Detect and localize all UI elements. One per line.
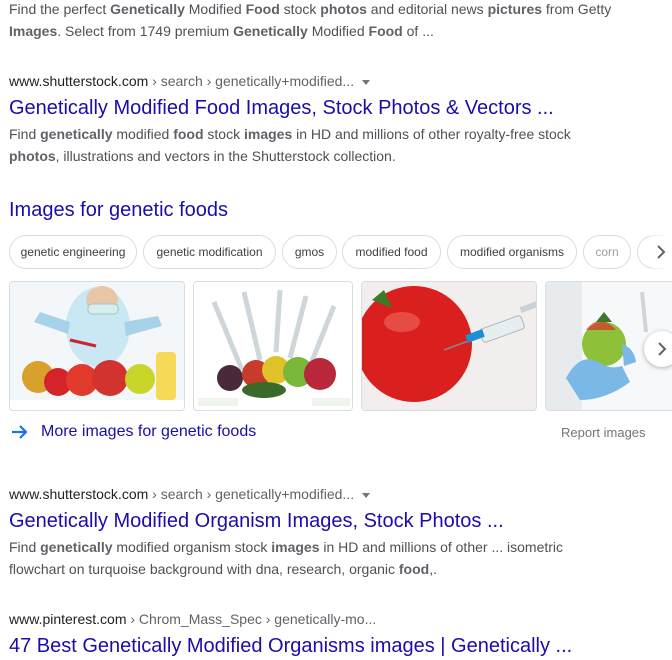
result-snippet-line: Images. Select from 1749 premium Genetic… [9,20,434,42]
snippet-text: Find the perfect [9,1,111,17]
chevron-right-icon [657,245,666,259]
snippet-text: flowchart on turquoise background with d… [9,561,399,577]
caret-down-icon[interactable] [362,492,371,498]
result-domain: www.pinterest.com [9,611,127,627]
snippet-keyword: Food [368,23,403,39]
snippet-keyword: images [271,539,320,555]
snippet-keyword: pictures [487,1,543,17]
syringes-fruits-image [194,282,352,410]
result-breadcrumb: › Chrom_Mass_Spec › genetically-mo... [126,611,377,627]
result-snippet-line: Find genetically modified food stock ima… [9,123,571,145]
snippet-keyword: Genetically [233,23,308,39]
result-domain: www.shutterstock.com [9,73,149,89]
result-title-link[interactable]: Genetically Modified Food Images, Stock … [9,95,554,121]
scientist-fruits-image [10,282,184,410]
chip-corn[interactable]: corn [583,235,631,269]
tomato-syringe-image [362,282,536,410]
caret-down-icon[interactable] [362,79,371,85]
snippet-text: in HD and millions of other ... isometri… [319,539,564,555]
snippet-text: Modified [307,23,369,39]
result-snippet-line: flowchart on turquoise background with d… [9,558,437,580]
snippet-text: Modified [184,1,246,17]
snippet-keyword: photos [320,1,367,17]
result-title-link[interactable]: Genetically Modified Organism Images, St… [9,508,504,534]
snippet-text: stock [279,1,321,17]
snippet-text: modified organism stock [112,539,272,555]
snippet-text: modified [112,126,174,142]
result-breadcrumb: › search › genetically+modified... [148,73,355,89]
snippet-text: of ... [402,23,434,39]
result-snippet-line: Find genetically modified organism stock… [9,536,563,558]
snippet-text: stock [203,126,244,142]
result-snippet-line: Find the perfect Genetically Modified Fo… [9,0,611,20]
snippet-keyword: genetically [40,126,113,142]
chip-modified-organisms[interactable]: modified organisms [447,235,577,269]
chip-genetic-engineering[interactable]: genetic engineering [9,235,137,269]
snippet-keyword: genetically [40,539,113,555]
result-snippet-line: photos, illustrations and vectors in the… [9,145,396,167]
arrow-right-icon [12,425,28,439]
images-section-heading[interactable]: Images for genetic foods [9,199,228,222]
snippet-text: . Select from 1749 premium [57,23,234,39]
result-breadcrumb: › search › genetically+modified... [148,486,355,502]
more-images-label: More images for genetic foods [41,423,257,440]
snippet-keyword: photos [9,148,56,164]
snippet-keyword: Genetically [110,1,185,17]
snippet-text: , illustrations and vectors in the Shutt… [55,148,396,164]
chip-scroll-button[interactable] [650,235,672,269]
more-images-link[interactable]: More images for genetic foods [9,422,256,442]
result-url[interactable]: www.shutterstock.com › search › genetica… [9,73,371,89]
snippet-keyword: Food [245,1,280,17]
chip-modified-food[interactable]: modified food [342,235,441,269]
snippet-text: and editorial news [366,1,488,17]
chip-gmos[interactable]: gmos [282,235,337,269]
snippet-keyword: food [173,126,204,142]
result-url[interactable]: www.pinterest.com › Chrom_Mass_Spec › ge… [9,611,376,627]
snippet-text: Find [9,126,41,142]
snippet-text: ,. [429,561,437,577]
result-domain: www.shutterstock.com [9,486,149,502]
chevron-right-icon [658,342,667,356]
snippet-keyword: Images [9,23,58,39]
carousel-next-button[interactable] [644,331,672,367]
report-images-link[interactable]: Report images [561,425,646,440]
snippet-keyword: food [398,561,430,577]
result-url[interactable]: www.shutterstock.com › search › genetica… [9,486,371,502]
snippet-text: from Getty [542,1,612,17]
thumb-scientist-fruits[interactable] [9,281,185,411]
snippet-text: in HD and millions of other royalty-free… [292,126,571,142]
thumb-tomato-syringe[interactable] [361,281,537,411]
snippet-keyword: images [244,126,293,142]
thumb-syringes-fruits[interactable] [193,281,353,411]
result-title-link[interactable]: 47 Best Genetically Modified Organisms i… [9,633,572,659]
chip-genetic-modification[interactable]: genetic modification [143,235,276,269]
snippet-text: Find [9,539,41,555]
